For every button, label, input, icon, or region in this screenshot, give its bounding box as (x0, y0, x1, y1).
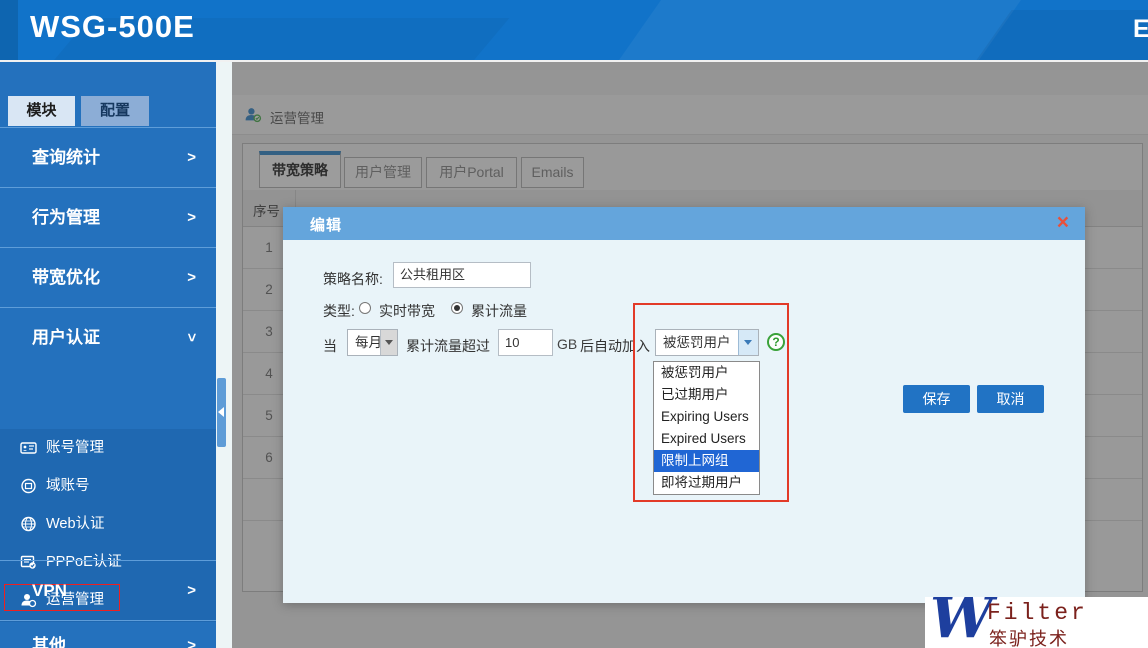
sidebar-item-behavior-mgmt[interactable]: 行为管理 > (0, 187, 216, 247)
sidebar-subitem-account-mgmt[interactable]: 账号管理 (0, 429, 216, 467)
sidebar-item-label: 查询统计 (32, 148, 100, 167)
period-select[interactable]: 每月 (347, 329, 398, 356)
sidebar-item-other[interactable]: 其他 > (0, 620, 216, 648)
watermark: W Filter 笨驴技术 (925, 597, 1148, 648)
help-icon[interactable]: ? (767, 333, 785, 351)
header-language-link[interactable]: E (1133, 15, 1148, 44)
chevron-right-icon: > (187, 621, 196, 648)
dropdown-option[interactable]: Expiring Users (654, 406, 759, 428)
sidebar: 模块 配置 查询统计 > 行为管理 > 带宽优化 > 用户认证 > 账号管理 域… (0, 62, 216, 648)
radio-realtime-label: 实时带宽 (379, 301, 435, 321)
join-label: 后自动加入 (580, 336, 650, 356)
sidebar-item-query-stats[interactable]: 查询统计 > (0, 127, 216, 187)
target-group-dropdown-list: 被惩罚用户 已过期用户 Expiring Users Expired Users… (653, 361, 760, 495)
sidebar-item-user-auth[interactable]: 用户认证 > (0, 307, 216, 367)
dropdown-option-selected[interactable]: 限制上网组 (654, 450, 759, 472)
dropdown-arrow-icon (380, 330, 397, 355)
sidebar-subitem-label: 域账号 (46, 467, 90, 505)
chevron-right-icon: > (187, 248, 196, 307)
when-label: 当 (323, 336, 337, 356)
traffic-quantity-input[interactable]: 10 (498, 329, 553, 356)
dropdown-option[interactable]: 即将过期用户 (654, 472, 759, 494)
type-label: 类型: (323, 301, 355, 321)
edit-dialog: 编辑 × 策略名称: 公共租用区 类型: 实时带宽 累计流量 当 每月 累计流量… (283, 207, 1085, 603)
sidebar-item-label: 行为管理 (32, 208, 100, 227)
sidebar-item-bandwidth-opt[interactable]: 带宽优化 > (0, 247, 216, 307)
sidebar-tab-modules[interactable]: 模块 (8, 96, 75, 126)
globe-icon (20, 516, 37, 532)
cancel-button[interactable]: 取消 (977, 385, 1044, 413)
dropdown-option[interactable]: 被惩罚用户 (654, 362, 759, 384)
sidebar-item-label: 其他 (32, 636, 66, 648)
save-button[interactable]: 保存 (903, 385, 970, 413)
target-group-select[interactable]: 被惩罚用户 (655, 329, 759, 356)
period-select-value: 每月 (355, 330, 382, 355)
app-window: WSG-500E E 模块 配置 查询统计 > 行为管理 > 带宽优化 > 用户… (0, 0, 1148, 648)
sidebar-subitem-label: Web认证 (46, 505, 105, 543)
dialog-title: 编辑 (310, 214, 342, 235)
watermark-brand: Filter (987, 600, 1088, 626)
dropdown-arrow-icon (738, 330, 758, 355)
top-header: WSG-500E E (0, 0, 1148, 60)
exceed-label: 累计流量超过 (406, 336, 490, 356)
sidebar-item-vpn[interactable]: VPN > (0, 560, 216, 620)
policy-name-input[interactable]: 公共租用区 (393, 262, 531, 288)
target-group-value: 被惩罚用户 (663, 330, 731, 355)
sidebar-subitem-label: 账号管理 (46, 429, 104, 467)
dropdown-option[interactable]: Expired Users (654, 428, 759, 450)
sidebar-item-label: 用户认证 (32, 328, 100, 347)
collapse-arrow-icon (218, 407, 224, 417)
dialog-header[interactable]: 编辑 × (283, 207, 1085, 240)
chevron-right-icon: > (187, 188, 196, 247)
radio-realtime-bandwidth[interactable] (359, 302, 371, 314)
dropdown-option[interactable]: 已过期用户 (654, 384, 759, 406)
chevron-right-icon: > (187, 561, 196, 620)
sidebar-collapse-handle[interactable] (217, 378, 226, 447)
header-decoration (598, 0, 1042, 60)
sidebar-gap (216, 62, 232, 648)
sidebar-tab-config[interactable]: 配置 (81, 96, 149, 126)
sidebar-item-label: 带宽优化 (32, 268, 100, 287)
chevron-right-icon: > (187, 128, 196, 187)
watermark-subtitle: 笨驴技术 (989, 625, 1069, 648)
sidebar-item-label: VPN (32, 581, 67, 600)
close-icon[interactable]: × (1057, 210, 1069, 236)
sidebar-subitem-web-auth[interactable]: Web认证 (0, 505, 216, 543)
watermark-w-logo: W (930, 597, 993, 648)
sidebar-subitem-domain-account[interactable]: 域账号 (0, 467, 216, 505)
header-decoration (0, 0, 18, 60)
chevron-down-icon: > (184, 333, 199, 342)
unit-label: GB (557, 336, 577, 352)
policy-name-label: 策略名称: (323, 269, 383, 289)
id-card-icon (20, 440, 37, 456)
app-title: WSG-500E (30, 9, 195, 45)
radio-cumulative-traffic[interactable] (451, 302, 463, 314)
badge-icon (20, 478, 37, 494)
radio-cumulative-label: 累计流量 (471, 301, 527, 321)
